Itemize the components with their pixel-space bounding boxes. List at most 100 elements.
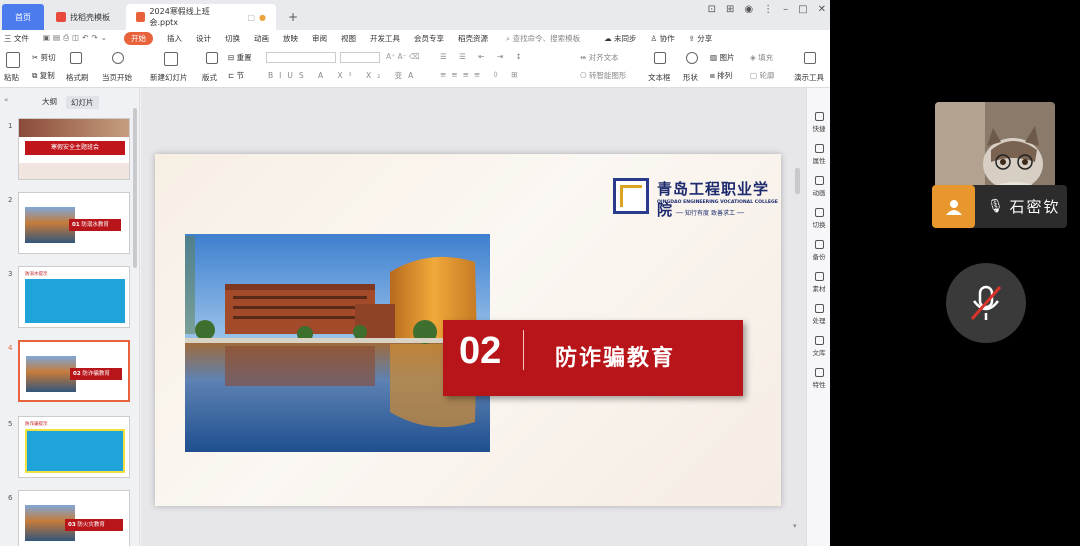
library-button[interactable]: 文库 bbox=[807, 336, 830, 357]
textbox-button[interactable]: 文本框 bbox=[648, 72, 671, 83]
apps-grid-icon[interactable]: ⊞ bbox=[726, 4, 734, 15]
sync-status[interactable]: ☁ 未同步 bbox=[604, 33, 636, 44]
slide-thumbnail-pane: « 大纲 幻灯片 1 寒假安全主题班会 2 01 防溺水教育 3 防溺水提示 4… bbox=[0, 88, 140, 546]
transition-label: 切换 bbox=[812, 221, 826, 229]
new-tab-button[interactable]: + bbox=[278, 4, 308, 30]
quick-access-icons[interactable]: ▣▤⎙◫↶↷⌄ bbox=[43, 33, 110, 43]
command-search[interactable]: ⌕ 查找命令、搜索模板 bbox=[506, 33, 580, 44]
paragraph-align-icons[interactable]: ≡≡≡≡ ⇳ ⊞ bbox=[440, 70, 522, 79]
menu-developer[interactable]: 开发工具 bbox=[370, 33, 400, 44]
fill-button[interactable]: ◈ 填充 bbox=[750, 52, 773, 63]
tab-home[interactable]: 首页 bbox=[2, 4, 44, 30]
section-label: 节 bbox=[236, 71, 245, 80]
format-painter-button[interactable]: 格式刷 bbox=[66, 72, 89, 83]
layout-icon-ribbon[interactable] bbox=[206, 52, 218, 64]
slide-number: 1 bbox=[8, 122, 13, 130]
font-name-select[interactable] bbox=[266, 52, 336, 63]
menu-home[interactable]: 开始 bbox=[124, 31, 154, 45]
new-slide-icon[interactable] bbox=[164, 52, 178, 66]
format-painter-icon[interactable] bbox=[70, 52, 82, 64]
unsaved-dot-icon: ● bbox=[259, 12, 266, 22]
reset-button[interactable]: ⊟ 重置 bbox=[228, 52, 252, 63]
play-icon[interactable] bbox=[112, 52, 124, 64]
tab-slides[interactable]: 幻灯片 bbox=[66, 96, 99, 109]
thumb-photo bbox=[19, 119, 129, 137]
new-slide-button[interactable]: 新建幻灯片 bbox=[150, 72, 188, 83]
minimize-icon[interactable]: – bbox=[783, 4, 788, 15]
copy-button[interactable]: ⧉ 复制 bbox=[32, 70, 55, 81]
text-format-icons[interactable]: BIUS A X² X₂ 变A bbox=[268, 70, 419, 81]
thumb-section-label: 防火灾教育 bbox=[77, 522, 105, 528]
list-icons[interactable]: ☰ ☰ ⇤ ⇥ ↕ bbox=[440, 52, 527, 61]
slide-thumbnail-1[interactable]: 寒假安全主题班会 bbox=[18, 118, 130, 180]
process-button[interactable]: 处理 bbox=[807, 304, 830, 325]
play-from-current-button[interactable]: 当页开始 bbox=[102, 72, 132, 83]
slide-number: 2 bbox=[8, 196, 13, 204]
mute-button[interactable] bbox=[946, 263, 1026, 343]
tab-outline[interactable]: 大纲 bbox=[42, 96, 57, 107]
font-size-adjust-icons[interactable]: A⁺ A⁻ ⌫ bbox=[386, 52, 420, 61]
textbox-icon[interactable] bbox=[654, 52, 666, 64]
tab-bar: 首页 找稻壳模板 2024寒假线上班会.pptx ▢ ● + ⊡ ⊞ ◉ ⋮ – □… bbox=[0, 0, 830, 30]
menu-review[interactable]: 审阅 bbox=[312, 33, 327, 44]
slide-thumbnail-4[interactable]: 02 防诈骗教育 bbox=[18, 340, 130, 402]
transition-button[interactable]: 切换 bbox=[807, 208, 830, 229]
menu-insert[interactable]: 插入 bbox=[167, 33, 182, 44]
features-button[interactable]: 特性 bbox=[807, 368, 830, 389]
paste-button[interactable]: 粘贴 bbox=[4, 72, 19, 83]
layout-icon[interactable]: ⊡ bbox=[708, 4, 716, 15]
menu-animation[interactable]: 动画 bbox=[254, 33, 269, 44]
material-button[interactable]: 素材 bbox=[807, 272, 830, 293]
present-tools-button[interactable]: 演示工具 bbox=[794, 72, 824, 83]
layout-button[interactable]: 版式 bbox=[202, 72, 217, 83]
arrange-button[interactable]: ⧈ 排列 bbox=[710, 70, 732, 81]
thumb-heading: 防溺水提示 bbox=[25, 272, 48, 277]
thumb-title: 寒假安全主题班会 bbox=[25, 141, 125, 155]
backup-button[interactable]: 备份 bbox=[807, 240, 830, 261]
collapse-pane-icon[interactable]: « bbox=[4, 96, 8, 104]
slide-thumbnail-2[interactable]: 01 防溺水教育 bbox=[18, 192, 130, 254]
menu-docer[interactable]: 稻壳资源 bbox=[458, 33, 488, 44]
material-icon bbox=[814, 272, 824, 281]
current-slide[interactable]: 青岛工程职业学院 QINGDAO ENGINEERING VOCATIONAL … bbox=[155, 154, 781, 506]
paste-icon[interactable] bbox=[6, 52, 20, 68]
thumb-section-number: 02 bbox=[73, 371, 81, 377]
maximize-icon[interactable]: □ bbox=[798, 4, 807, 15]
quick-button[interactable]: 快捷 bbox=[807, 112, 830, 133]
tab-template[interactable]: 找稻壳模板 bbox=[46, 4, 124, 30]
shape-button[interactable]: 形状 bbox=[683, 72, 698, 83]
properties-button[interactable]: 属性 bbox=[807, 144, 830, 165]
menu-slideshow[interactable]: 放映 bbox=[283, 33, 298, 44]
canvas-scrollbar[interactable] bbox=[795, 168, 800, 194]
slide-thumbnail-5[interactable]: 防诈骗提示 bbox=[18, 416, 130, 478]
share-button[interactable]: ⇪ 分享 bbox=[689, 33, 713, 44]
scroll-down-icon[interactable]: ▾ bbox=[793, 522, 797, 530]
section-button[interactable]: ⊏ 节 bbox=[228, 70, 244, 81]
menu-design[interactable]: 设计 bbox=[196, 33, 211, 44]
font-size-select[interactable] bbox=[340, 52, 380, 63]
present-tools-icon[interactable] bbox=[804, 52, 816, 64]
menu-member[interactable]: 会员专享 bbox=[414, 33, 444, 44]
skin-icon[interactable]: ◉ bbox=[744, 4, 753, 15]
properties-icon bbox=[814, 144, 824, 153]
outline-button[interactable]: ▢ 轮廓 bbox=[750, 70, 774, 81]
align-text-button[interactable]: ⇹ 对齐文本 bbox=[580, 52, 619, 63]
menu-view[interactable]: 视图 bbox=[341, 33, 356, 44]
animation-button[interactable]: 动画 bbox=[807, 176, 830, 197]
menu-transition[interactable]: 切换 bbox=[225, 33, 240, 44]
participant-name-bar: 🎙 石密钦 bbox=[932, 185, 1067, 228]
picture-button[interactable]: ▨ 图片 bbox=[710, 52, 734, 63]
slide-thumbnail-3[interactable]: 防溺水提示 bbox=[18, 266, 130, 328]
slide-thumbnail-6[interactable]: 03 防火灾教育 bbox=[18, 490, 130, 546]
cut-button[interactable]: ✂ 剪切 bbox=[32, 52, 56, 63]
collab-button[interactable]: ♙ 协作 bbox=[651, 33, 675, 44]
thumb-photo bbox=[25, 207, 75, 243]
tab-document[interactable]: 2024寒假线上班会.pptx ▢ ● bbox=[126, 4, 276, 30]
backup-icon bbox=[814, 240, 824, 249]
file-menu[interactable]: 三 文件 bbox=[4, 33, 29, 44]
thumbnail-scrollbar[interactable] bbox=[133, 108, 137, 268]
more-icon[interactable]: ⋮ bbox=[763, 4, 773, 15]
smart-shape-button[interactable]: ⎔ 转智能图形 bbox=[580, 70, 626, 81]
close-icon[interactable]: ✕ bbox=[818, 4, 826, 15]
shape-icon[interactable] bbox=[686, 52, 698, 64]
